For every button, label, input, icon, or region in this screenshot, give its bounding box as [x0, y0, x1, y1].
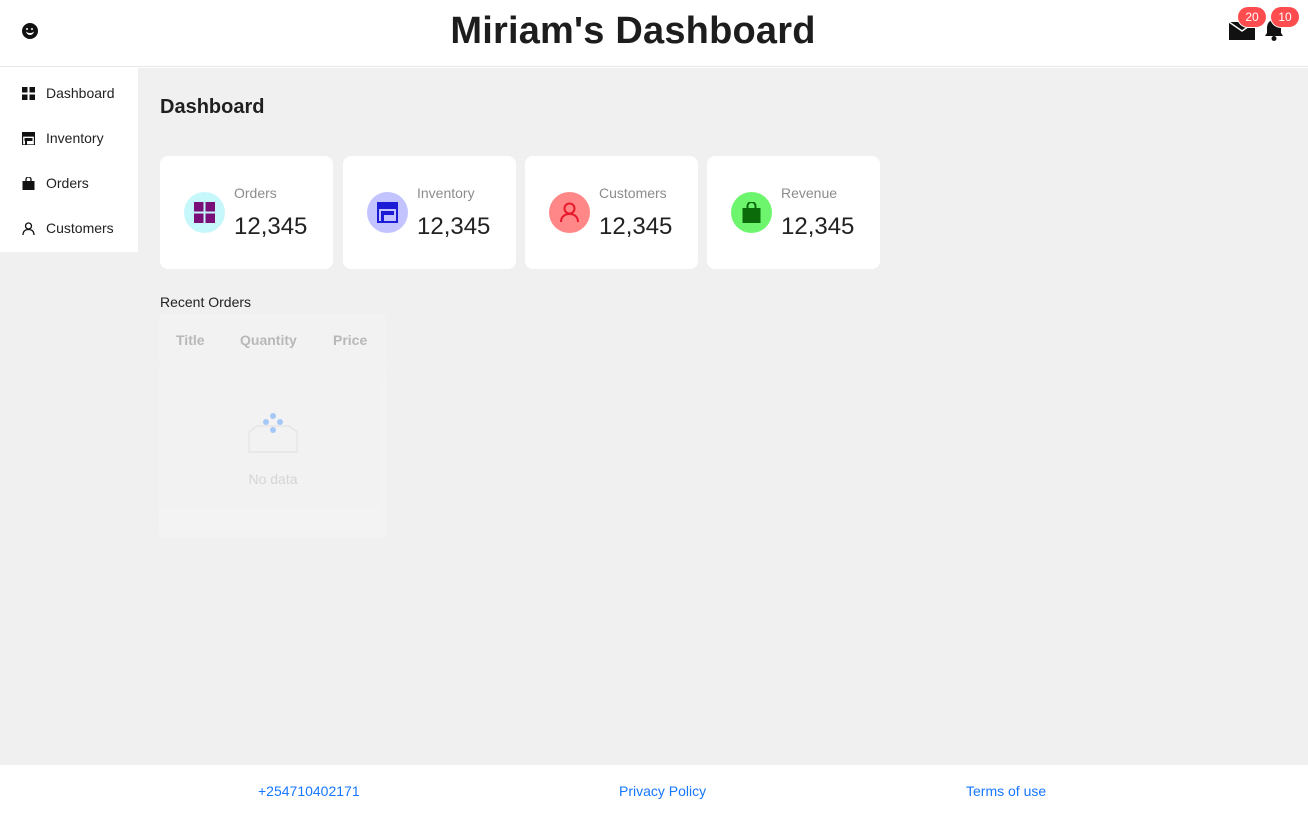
header: Miriam's Dashboard 20 10 — [0, 0, 1308, 67]
column-header-quantity[interactable]: Quantity — [240, 332, 297, 348]
phone-link[interactable]: +254710402171 — [258, 783, 360, 799]
stat-value: 12,345 — [781, 213, 855, 240]
stat-icon-circle — [549, 192, 590, 233]
appstore-icon — [22, 86, 35, 100]
column-header-price[interactable]: Price — [333, 332, 367, 348]
stat-card-customers: Customers 12,345 — [525, 156, 698, 269]
empty-text: No data — [248, 471, 298, 487]
stat-value: 12,345 — [234, 213, 308, 240]
sidebar-item-orders[interactable]: Orders — [0, 161, 138, 205]
user-icon — [560, 202, 579, 223]
stat-value: 12,345 — [417, 213, 491, 240]
sidebar-item-label: Customers — [46, 220, 114, 236]
stat-label: Customers — [599, 185, 667, 201]
stat-label: Inventory — [417, 185, 475, 201]
shop-icon — [377, 202, 398, 223]
stat-icon-circle — [367, 192, 408, 233]
mail-count-badge: 20 — [1238, 7, 1266, 27]
stat-card-orders: Orders 12,345 — [160, 156, 333, 269]
privacy-policy-link[interactable]: Privacy Policy — [619, 783, 706, 799]
column-header-title[interactable]: Title — [176, 332, 205, 348]
sidebar-item-customers[interactable]: Customers — [0, 206, 138, 250]
stat-card-revenue: Revenue 12,345 — [707, 156, 880, 269]
notification-count-badge: 10 — [1271, 7, 1299, 27]
stat-icon-circle — [731, 192, 772, 233]
user-icon — [22, 221, 35, 235]
empty-box-icon — [248, 413, 298, 453]
sidebar-item-label: Inventory — [46, 130, 104, 146]
terms-of-use-link[interactable]: Terms of use — [966, 783, 1046, 799]
footer: +254710402171 Privacy Policy Terms of us… — [0, 765, 1308, 816]
sidebar-item-label: Dashboard — [46, 85, 115, 101]
stat-card-inventory: Inventory 12,345 — [343, 156, 516, 269]
page-title: Dashboard — [160, 96, 265, 118]
sidebar-item-label: Orders — [46, 175, 89, 191]
app-title: Miriam's Dashboard — [450, 10, 816, 52]
stat-label: Revenue — [781, 185, 838, 201]
stat-value: 12,345 — [599, 213, 673, 240]
sidebar-item-inventory[interactable]: Inventory — [0, 116, 138, 160]
recent-orders-table: Title Quantity Price No data — [159, 314, 387, 538]
shopping-bag-icon — [22, 176, 35, 190]
shop-icon — [22, 131, 35, 145]
appstore-icon — [194, 202, 215, 223]
sidebar-item-dashboard[interactable]: Dashboard — [0, 71, 138, 115]
sidebar-menu: Dashboard Inventory Orders Customers — [0, 68, 138, 252]
stat-icon-circle — [184, 192, 225, 233]
stat-label: Orders — [234, 185, 277, 201]
shopping-bag-icon — [742, 202, 761, 223]
table-header-divider — [159, 365, 387, 366]
recent-orders-title: Recent Orders — [160, 294, 252, 310]
